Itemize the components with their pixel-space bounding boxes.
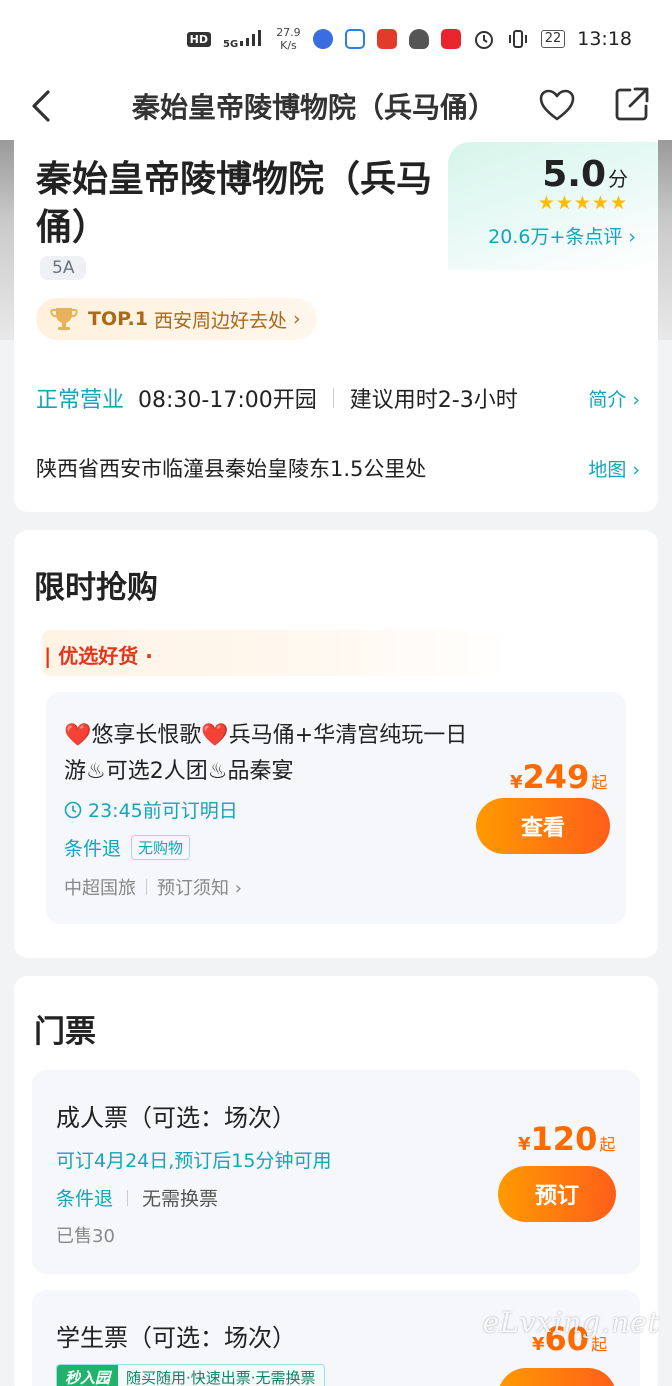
booking-notice-label: 预订须知 [157,878,229,899]
network-type: 5G [223,38,239,50]
open-status: 正常营业 [36,388,125,413]
rating-box[interactable]: 5.0 分 ★★★★★ 20.6万+条点评 › [448,142,658,270]
ticket-item-adult[interactable]: 成人票（可选：场次） 可订4月24日,预订后15分钟可用 条件退 无需换票 已售… [32,1070,640,1274]
alipay-app-icon [344,29,365,49]
battery-icon: 22 [540,30,566,48]
ticket-name: 成人票（可选：场次） [56,1104,296,1132]
divider [146,879,147,895]
watermark: eLvxing.net [482,1306,660,1339]
ticket-name: 学生票（可选：场次） [56,1324,296,1352]
top-rank: TOP.1 [88,308,148,330]
rating-score: 5.0 分 [542,154,628,195]
open-hours: 08:30-17:00开园 [138,388,317,413]
map-link-label: 地图 [588,458,627,481]
price-value: 120 [530,1120,598,1158]
flash-sale-banner: | 优选好货 · [42,630,512,676]
nav-bar: 秦始皇帝陵博物院（兵马俑） [0,78,672,140]
poi-name: 秦始皇帝陵博物院（兵马俑） [36,159,433,248]
level-badge: 5A [40,256,87,280]
speed-unit: K/s [280,39,297,52]
suggested-duration: 建议用时2-3小时 [349,388,518,413]
back-icon[interactable] [22,86,62,126]
divider [127,1189,129,1206]
share-icon[interactable] [612,84,652,124]
map-link[interactable]: 地图 › [588,455,640,482]
top-rank-badge[interactable]: TOP.1 西安周边好去处 › [36,298,317,340]
booking-notice-link[interactable]: 预订须知 › [157,874,242,900]
flash-sale-banner-text: | 优选好货 · [44,644,153,668]
deal-deadline-text: 23:45前可订明日 [88,800,238,822]
clock: 13:18 [577,28,632,50]
address: 陕西省西安市临潼县秦始皇陵东1.5公里处 [36,457,427,481]
currency: ¥ [518,1134,531,1155]
status-bar: HD 5G 27.9 K/s 22 13:18 [0,0,672,78]
deal-title: ❤️悠享长恨歌❤️兵马俑+华清宫纯玩一日游♨可选2人团♨品秦宴 [64,723,468,784]
news-app-icon [440,29,461,49]
price-suffix: 起 [599,1135,616,1154]
trophy-icon [50,308,78,330]
instant-entry-text: 随买随用·快速出票·无需换票 [118,1365,324,1386]
deal-deadline: 23:45前可订明日 [64,796,238,823]
flash-sale-title: 限时抢购 [34,570,158,606]
deal-tags: 条件退 无购物 [64,834,191,861]
top-label: 西安周边好去处 [154,309,288,332]
deal-item[interactable]: ❤️悠享长恨歌❤️兵马俑+华清宫纯玩一日游♨可选2人团♨品秦宴 23:45前可订… [46,692,626,924]
nav-title: 秦始皇帝陵博物院（兵马俑） [132,91,497,124]
instant-entry-tag: 秒入园 随买随用·快速出票·无需换票 [56,1364,325,1386]
deal-meta: 中超国旅 预订须知 › [64,874,242,900]
address-row: 陕西省西安市临潼县秦始皇陵东1.5公里处 地图 › [36,450,640,486]
signal-icon [240,29,262,46]
tickets-title: 门票 [34,1014,96,1050]
intro-link[interactable]: 简介 › [588,385,640,412]
speed-value: 27.9 [276,26,301,39]
ticket-tags: 条件退 无需换票 [56,1184,218,1211]
cancel-policy-tag: 条件退 [56,1188,114,1210]
chevron-right-icon: › [287,308,301,330]
network-indicator: 5G [223,29,264,50]
review-count: 20.6万+条点评 [488,226,623,248]
rating-stars-icon: ★★★★★ [537,192,628,214]
exchange-tag: 无需换票 [142,1188,219,1210]
book-ticket-button[interactable] [498,1368,616,1386]
rating-unit: 分 [608,167,628,191]
price-value: 249 [522,758,590,796]
review-count-link[interactable]: 20.6万+条点评 › [488,222,636,249]
rating-value: 5.0 [542,154,606,195]
currency: ¥ [510,772,523,793]
ticket-availability: 可订4月24日,预订后15分钟可用 [56,1150,332,1172]
book-ticket-button[interactable]: 预订 [498,1166,616,1222]
view-deal-button[interactable]: 查看 [476,798,610,854]
cancel-policy-tag: 条件退 [64,838,122,860]
supplier: 中超国旅 [64,878,136,899]
music-app-icon [312,29,333,49]
sold-count: 已售30 [56,1226,115,1247]
vibrate-icon [508,30,527,48]
clock-icon [64,801,82,818]
favorite-heart-icon[interactable] [538,86,576,124]
no-shopping-tag: 无购物 [131,835,191,860]
intro-link-label: 简介 [588,388,627,411]
poi-info-card: 5.0 分 ★★★★★ 20.6万+条点评 › 秦始皇帝陵博物院（兵马俑） 5A … [14,140,658,512]
ticket-price: ¥120 起 [518,1120,615,1158]
instant-entry-badge: 秒入园 [57,1365,119,1386]
red-app-icon [376,29,397,49]
qq-icon [408,29,429,49]
flash-sale-card: 限时抢购 | 优选好货 · ❤️悠享长恨歌❤️兵马俑+华清宫纯玩一日游♨可选2人… [14,530,658,958]
hd-indicator: HD [186,31,212,47]
opening-hours-row: 正常营业 08:30-17:00开园 建议用时2-3小时 简介 › [36,380,640,416]
network-speed: 27.9 K/s [276,26,301,52]
divider [332,388,334,408]
deal-price: ¥249 起 [510,758,607,796]
price-suffix: 起 [591,773,608,792]
alarm-icon [474,31,493,49]
